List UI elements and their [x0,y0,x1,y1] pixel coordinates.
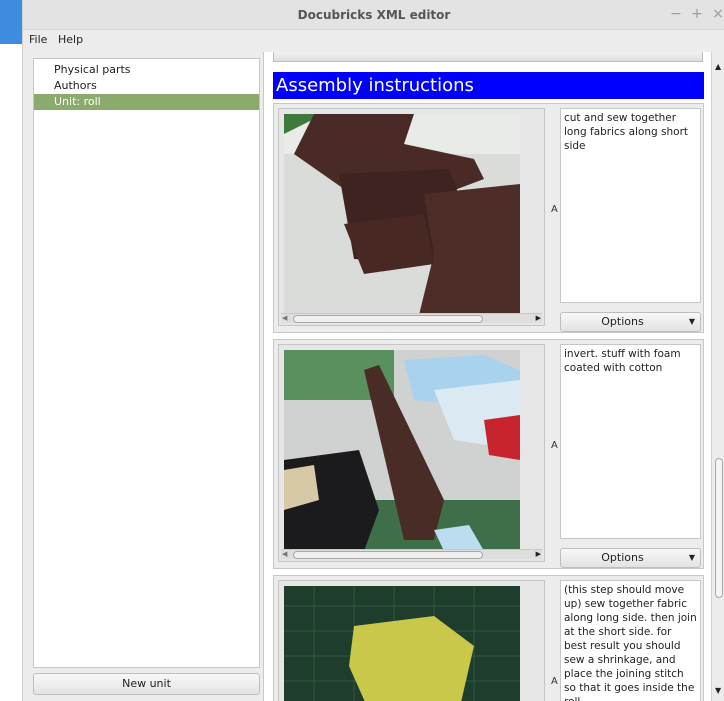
unit-content-area: Assembly instructions ◀ ▶ A cut and sew … [263,52,724,701]
menu-help[interactable]: Help [58,33,83,46]
content-vertical-scrollbar[interactable]: ▲ ▼ [711,52,724,701]
step-options-dropdown[interactable]: Options ▼ [560,312,701,332]
options-label: Options [601,315,644,328]
scroll-right-icon[interactable]: ▶ [536,550,541,558]
scroll-left-icon[interactable]: ◀ [282,314,287,322]
step-photo-yellow-fabric [284,586,520,701]
scroll-left-icon[interactable]: ◀ [282,550,287,558]
window-title: Docubricks XML editor [297,8,451,22]
menu-file[interactable]: File [29,33,47,46]
scroll-right-icon[interactable]: ▶ [536,314,541,322]
step-photo-fabric-pieces [284,114,520,315]
desktop-background [0,0,22,44]
step-description-field[interactable]: (this step should move up) sew together … [560,580,701,701]
scrollbar-thumb[interactable] [715,458,723,598]
maximize-button[interactable]: + [690,6,704,22]
scrollbar-thumb[interactable] [293,551,483,559]
scroll-up-icon[interactable]: ▲ [715,62,721,71]
collapsed-button-stub[interactable] [273,52,703,62]
close-button[interactable]: × [711,6,724,22]
scroll-down-icon[interactable]: ▼ [715,686,721,695]
new-unit-button[interactable]: New unit [33,673,260,695]
chevron-down-icon: ▼ [688,317,695,326]
step-image-viewer [278,580,545,701]
image-label: A [551,204,558,215]
menu-bar: File Help [23,30,724,52]
chevron-down-icon: ▼ [688,553,695,562]
minimize-button[interactable]: − [669,6,683,22]
image-horizontal-scrollbar[interactable]: ◀ ▶ [281,313,542,323]
options-label: Options [601,551,644,564]
step-description-field[interactable]: cut and sew together long fabrics along … [560,108,701,303]
tree-item-authors[interactable]: Authors [34,78,259,94]
image-horizontal-scrollbar[interactable]: ◀ ▶ [281,549,542,559]
title-bar: Docubricks XML editor − + × [23,0,724,30]
assembly-step: ◀ ▶ A invert. stuff with foam coated wit… [273,339,704,569]
editor-window: Docubricks XML editor − + × File Help Ph… [22,0,724,701]
step-options-dropdown[interactable]: Options ▼ [560,548,701,568]
unit-tree[interactable]: Physical parts Authors Unit: roll [33,58,260,668]
step-photo-stuffed-roll [284,350,520,551]
tree-item-physical-parts[interactable]: Physical parts [34,62,259,78]
tree-item-unit-roll[interactable]: Unit: roll [34,94,259,110]
scrollbar-thumb[interactable] [293,315,483,323]
step-image-viewer: ◀ ▶ [278,344,545,562]
assembly-step: ◀ ▶ A cut and sew together long fabrics … [273,103,704,333]
assembly-instructions-header: Assembly instructions [273,72,704,99]
assembly-step: A (this step should move up) sew togethe… [273,575,704,701]
image-label: A [551,440,558,451]
image-label: A [551,676,558,687]
step-description-field[interactable]: invert. stuff with foam coated with cott… [560,344,701,539]
step-image-viewer: ◀ ▶ [278,108,545,326]
